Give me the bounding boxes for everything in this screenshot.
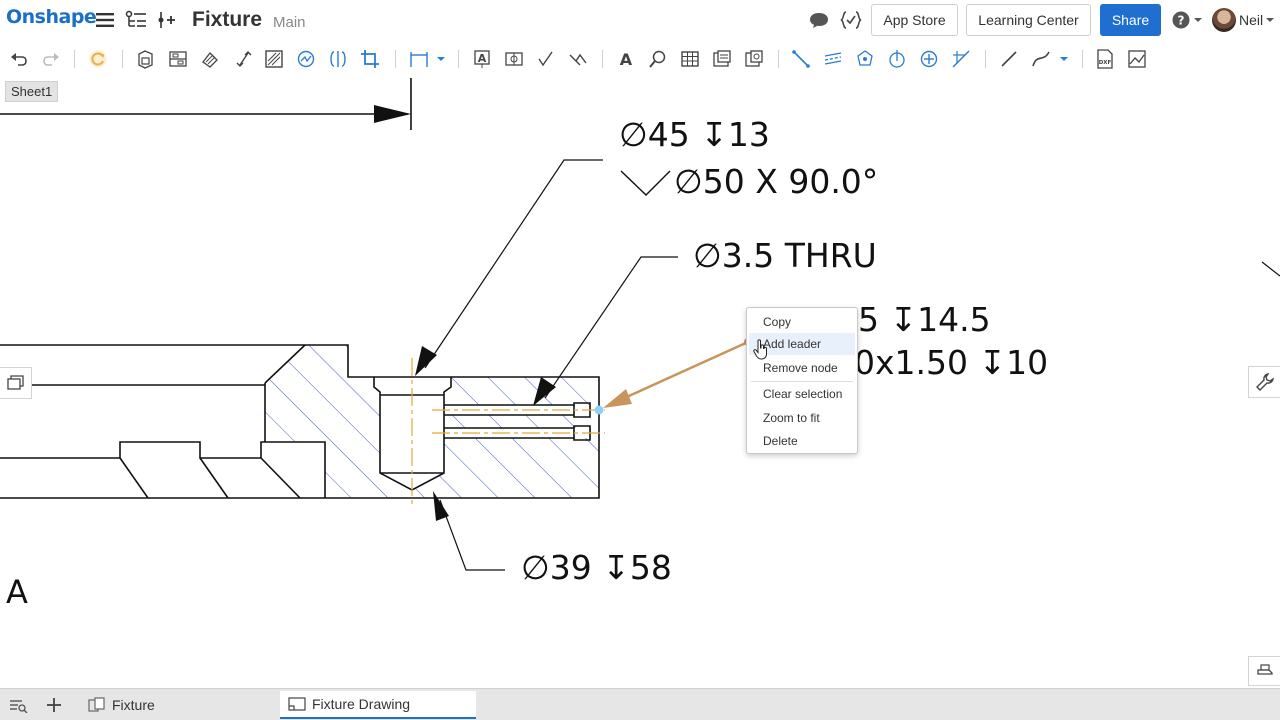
menu-item-clear-selection[interactable]: Clear selection [749, 383, 855, 405]
comment-icon[interactable] [807, 8, 831, 32]
redo-icon[interactable] [41, 49, 61, 69]
svg-text:A: A [620, 50, 633, 69]
menu-item-delete[interactable]: Delete [749, 430, 855, 452]
selected-leader[interactable] [594, 338, 753, 415]
svg-text:?: ? [1178, 14, 1185, 28]
insert-view-icon[interactable] [136, 49, 156, 69]
callout-thru-hole[interactable]: ∅3.5 THRU [693, 236, 877, 275]
wrench-icon[interactable] [1248, 366, 1280, 398]
menu-item-copy[interactable]: Copy [749, 311, 855, 333]
centerline-icon[interactable] [823, 49, 843, 69]
toolbar-separator [74, 50, 75, 68]
note-icon[interactable]: A [472, 49, 492, 69]
tab-fixture-drawing[interactable]: Fixture Drawing [280, 691, 476, 719]
insert-icon[interactable] [155, 8, 179, 32]
hand-cursor-icon [753, 339, 767, 360]
views-panel-icon[interactable] [0, 367, 32, 399]
view-label: A [6, 573, 28, 611]
spline-icon[interactable] [1031, 49, 1071, 69]
bom-icon[interactable] [712, 49, 732, 69]
variables-icon[interactable] [839, 8, 863, 32]
countersink-symbol [620, 170, 671, 196]
tab-manager-icon[interactable] [4, 691, 32, 719]
callout-bore[interactable]: ∅39 ↧58 [521, 548, 672, 587]
section-view-icon[interactable] [264, 49, 284, 69]
onshape-logo[interactable]: Onshape [6, 6, 97, 28]
leader-icon[interactable] [951, 49, 971, 69]
hamburger-menu-icon[interactable] [93, 8, 117, 32]
export-dxf-icon[interactable]: DXF [1095, 49, 1115, 69]
callout-countersink[interactable]: ∅50 X 90.0° [674, 162, 878, 201]
toolbar-separator [778, 50, 779, 68]
learning-center-button[interactable]: Learning Center [966, 4, 1091, 36]
callout-icon[interactable] [504, 49, 524, 69]
toolbar-separator [458, 50, 459, 68]
sketch-line-icon[interactable] [999, 49, 1019, 69]
feature-tree-icon[interactable] [124, 8, 148, 32]
add-tab-icon[interactable] [40, 691, 68, 719]
document-title[interactable]: Fixture [192, 8, 262, 32]
user-avatar[interactable] [1212, 8, 1236, 32]
svg-text:DXF: DXF [1099, 60, 1112, 66]
image-icon[interactable] [1127, 49, 1147, 69]
centermark-icon[interactable] [855, 49, 875, 69]
text-icon[interactable]: A [616, 49, 636, 69]
projected-view-icon[interactable] [168, 49, 188, 69]
auxiliary-view-icon[interactable] [200, 49, 220, 69]
drawing-graphics[interactable] [0, 78, 1280, 688]
tab-fixture[interactable]: Fixture [80, 691, 276, 719]
toolbar-separator [985, 50, 986, 68]
branch-label[interactable]: Main [273, 14, 306, 31]
bolt-circle-icon[interactable] [887, 49, 907, 69]
drawing-toolbar: A A DXF [0, 40, 1280, 78]
drawing-canvas[interactable]: Sheet1 ∅45 ↧13 ∅50 X 90.0° ∅3.5 THRU 5 ↧… [0, 78, 1280, 688]
hole-table-icon[interactable] [744, 49, 764, 69]
table-icon[interactable] [680, 49, 700, 69]
broken-view-icon[interactable] [296, 49, 316, 69]
toolbar-separator [1082, 50, 1083, 68]
point-icon[interactable] [919, 49, 939, 69]
tab-label: Fixture [112, 697, 155, 713]
callout-tap-depth[interactable]: 5 ↧14.5 [858, 300, 991, 339]
top-header: Onshape Fixture Main App Store Learning … [0, 0, 1280, 40]
sheet-tab[interactable]: Sheet1 [5, 81, 59, 102]
weld-icon[interactable] [568, 49, 588, 69]
undo-icon[interactable] [9, 49, 29, 69]
callout-counterbore[interactable]: ∅45 ↧13 [619, 115, 770, 154]
inspect-icon[interactable] [648, 49, 668, 69]
tab-bar: Fixture Fixture Drawing [0, 688, 1280, 720]
dimension-icon[interactable] [408, 49, 448, 69]
surface-finish-icon[interactable] [536, 49, 556, 69]
part-studio-icon [88, 697, 105, 712]
drawing-settings-icon[interactable] [1248, 656, 1280, 686]
context-menu: Copy Add leader Remove node Clear select… [746, 307, 858, 454]
crop-icon[interactable] [360, 49, 380, 69]
menu-separator [751, 381, 853, 382]
help-icon[interactable]: ? [1170, 8, 1204, 32]
tab-label: Fixture Drawing [312, 696, 411, 712]
detail-view-icon[interactable] [234, 49, 254, 69]
toolbar-separator [395, 50, 396, 68]
toolbar-separator [122, 50, 123, 68]
share-button[interactable]: Share [1100, 4, 1161, 36]
drawing-tab-icon [288, 697, 306, 711]
app-store-button[interactable]: App Store [871, 4, 958, 36]
regenerate-icon[interactable] [88, 49, 108, 69]
toolbar-separator [602, 50, 603, 68]
crop-view-icon[interactable] [328, 49, 348, 69]
svg-text:A: A [478, 52, 487, 65]
line-icon[interactable] [791, 49, 811, 69]
callout-thread[interactable]: 0x1.50 ↧10 [854, 343, 1048, 382]
app-root: Onshape Fixture Main App Store Learning … [0, 0, 1280, 720]
chevron-down-icon[interactable] [1260, 8, 1280, 32]
menu-item-zoom-to-fit[interactable]: Zoom to fit [749, 407, 855, 429]
